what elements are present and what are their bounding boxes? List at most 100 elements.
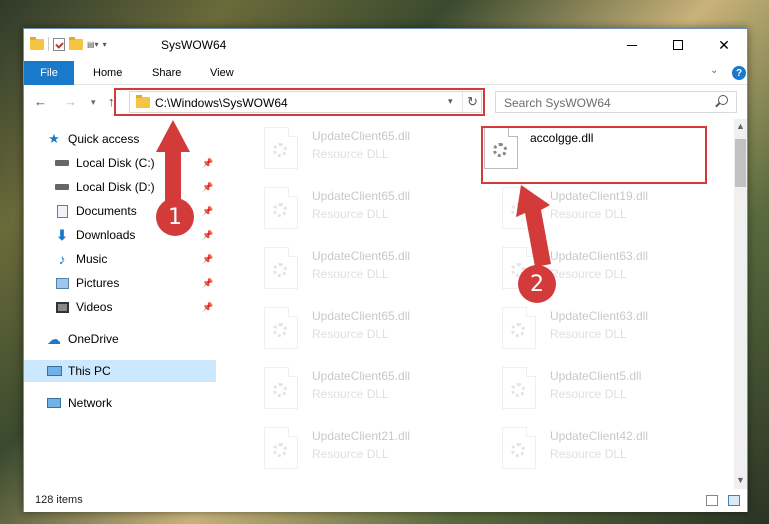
sidebar-item-local-disk-d[interactable]: Local Disk (D:) [54, 176, 155, 198]
file-tile[interactable]: UpdateClient63.dll Resource DLL [474, 299, 694, 349]
file-name: UpdateClient65.dll [312, 309, 411, 323]
file-name: UpdateClient19.dll [550, 189, 649, 203]
dll-file-icon [502, 367, 536, 409]
file-tile[interactable]: UpdateClient65.dll Resource DLL [236, 359, 456, 409]
file-tile[interactable]: UpdateClient65.dll Resource DLL [236, 299, 456, 349]
gear-icon [273, 443, 287, 457]
pin-icon[interactable]: 📌 [202, 206, 213, 217]
file-tile[interactable]: UpdateClient19.dll Resource DLL [474, 179, 694, 229]
step-2-badge: 2 [518, 265, 556, 303]
file-tile[interactable]: UpdateClient5.dll Resource DLL [474, 359, 694, 409]
sidebar-item-onedrive[interactable]: ☁ OneDrive [46, 328, 119, 350]
pin-icon[interactable]: 📌 [202, 230, 213, 241]
sidebar-item-network[interactable]: Network [46, 392, 112, 414]
sidebar-item-label: This PC [68, 364, 111, 378]
sidebar-item-label: Videos [76, 300, 113, 314]
pin-icon[interactable]: 📌 [202, 182, 213, 193]
file-tile[interactable]: UpdateClient42.dll Resource DLL [474, 419, 694, 469]
file-type: Resource DLL [550, 207, 627, 221]
explorer-window: ▤▾ ▾ SysWOW64 ✕ File Home Share View ⌄ ?… [23, 28, 748, 512]
divider [48, 37, 49, 51]
dll-file-icon [264, 307, 298, 349]
toolbar-dropdown-icon[interactable]: ▾ [103, 40, 107, 49]
sidebar-item-label: Downloads [76, 228, 136, 242]
sidebar-item-local-disk-c[interactable]: Local Disk (C:) [54, 152, 155, 174]
file-type: Resource DLL [312, 147, 389, 161]
address-highlight-box [114, 88, 485, 116]
dll-file-icon [502, 307, 536, 349]
file-tile[interactable]: UpdateClient21.dll Resource DLL [236, 419, 456, 469]
gear-icon [511, 443, 525, 457]
file-name: UpdateClient65.dll [312, 369, 411, 383]
file-type: Resource DLL [550, 447, 627, 461]
sidebar-item-label: Local Disk (C:) [76, 156, 155, 170]
sidebar-item-quick-access[interactable]: ★ Quick access [46, 128, 139, 150]
large-icons-view-icon[interactable] [728, 495, 740, 506]
file-name: UpdateClient65.dll [312, 189, 411, 203]
gear-icon [511, 323, 525, 337]
computer-icon [46, 364, 62, 378]
tab-view[interactable]: View [210, 67, 234, 79]
vertical-scrollbar[interactable]: ▲ ▼ [734, 119, 747, 489]
file-tile[interactable]: UpdateClient65.dll Resource DLL [236, 179, 456, 229]
maximize-button[interactable] [655, 29, 701, 61]
forward-arrow-icon[interactable]: → [64, 94, 77, 109]
file-type: Resource DLL [312, 327, 389, 341]
details-view-icon[interactable] [706, 495, 718, 506]
expand-ribbon-icon[interactable]: ⌄ [710, 65, 718, 76]
new-folder-icon[interactable] [69, 36, 83, 50]
pin-icon[interactable]: 📌 [202, 254, 213, 265]
properties-icon[interactable] [53, 37, 65, 51]
minimize-icon [627, 44, 637, 46]
scrollbar-thumb[interactable] [735, 139, 746, 187]
pin-icon[interactable]: 📌 [202, 158, 213, 169]
close-icon: ✕ [718, 36, 730, 53]
file-type: Resource DLL [312, 447, 389, 461]
search-placeholder: Search SysWOW64 [504, 96, 611, 110]
tab-home[interactable]: Home [93, 67, 122, 79]
pin-icon[interactable]: 📌 [202, 278, 213, 289]
sidebar-item-pictures[interactable]: Pictures [54, 272, 119, 294]
file-name: UpdateClient63.dll [550, 249, 649, 263]
file-type: Resource DLL [550, 267, 627, 281]
tab-file[interactable]: File [24, 61, 74, 85]
sidebar-item-music[interactable]: ♪ Music [54, 248, 108, 270]
dll-file-icon [264, 247, 298, 289]
file-type: Resource DLL [312, 267, 389, 281]
tab-share[interactable]: Share [152, 67, 181, 79]
step-1-badge: 1 [156, 198, 194, 236]
back-arrow-icon[interactable]: ← [34, 94, 47, 109]
sidebar-item-this-pc[interactable]: This PC [24, 360, 216, 382]
ribbon-tabs: File Home Share View ⌄ ? [24, 61, 747, 85]
sidebar-item-downloads[interactable]: ⬇ Downloads [54, 224, 135, 246]
file-type: Resource DLL [550, 387, 627, 401]
scroll-up-icon[interactable]: ▲ [736, 121, 745, 131]
gear-icon [273, 203, 287, 217]
file-type: Resource DLL [312, 387, 389, 401]
close-button[interactable]: ✕ [701, 29, 747, 61]
scroll-down-icon[interactable]: ▼ [736, 475, 745, 485]
recent-locations-icon[interactable]: ▾ [91, 97, 96, 108]
sidebar-item-videos[interactable]: Videos [54, 296, 112, 318]
file-name: UpdateClient65.dll [312, 129, 411, 143]
search-input[interactable]: Search SysWOW64 [495, 91, 737, 113]
search-icon[interactable] [718, 95, 728, 105]
dll-file-icon [264, 127, 298, 169]
file-tile[interactable]: UpdateClient65.dll Resource DLL [236, 119, 456, 169]
help-icon[interactable]: ? [732, 66, 746, 80]
gear-icon [511, 203, 525, 217]
maximize-icon [673, 40, 683, 50]
sidebar-item-documents[interactable]: Documents [54, 200, 137, 222]
file-type: Resource DLL [550, 327, 627, 341]
sidebar-item-label: Quick access [68, 132, 140, 146]
video-icon [54, 300, 70, 314]
pin-icon[interactable]: 📌 [202, 302, 213, 313]
folder-icon [30, 36, 44, 50]
file-tile[interactable]: UpdateClient63.dll Resource DLL [474, 239, 694, 289]
star-icon: ★ [48, 131, 60, 146]
drive-icon [54, 156, 70, 170]
cloud-icon: ☁ [47, 330, 61, 347]
file-tile[interactable]: UpdateClient65.dll Resource DLL [236, 239, 456, 289]
customize-toolbar-icon[interactable]: ▤▾ [87, 40, 99, 49]
minimize-button[interactable] [609, 29, 655, 61]
